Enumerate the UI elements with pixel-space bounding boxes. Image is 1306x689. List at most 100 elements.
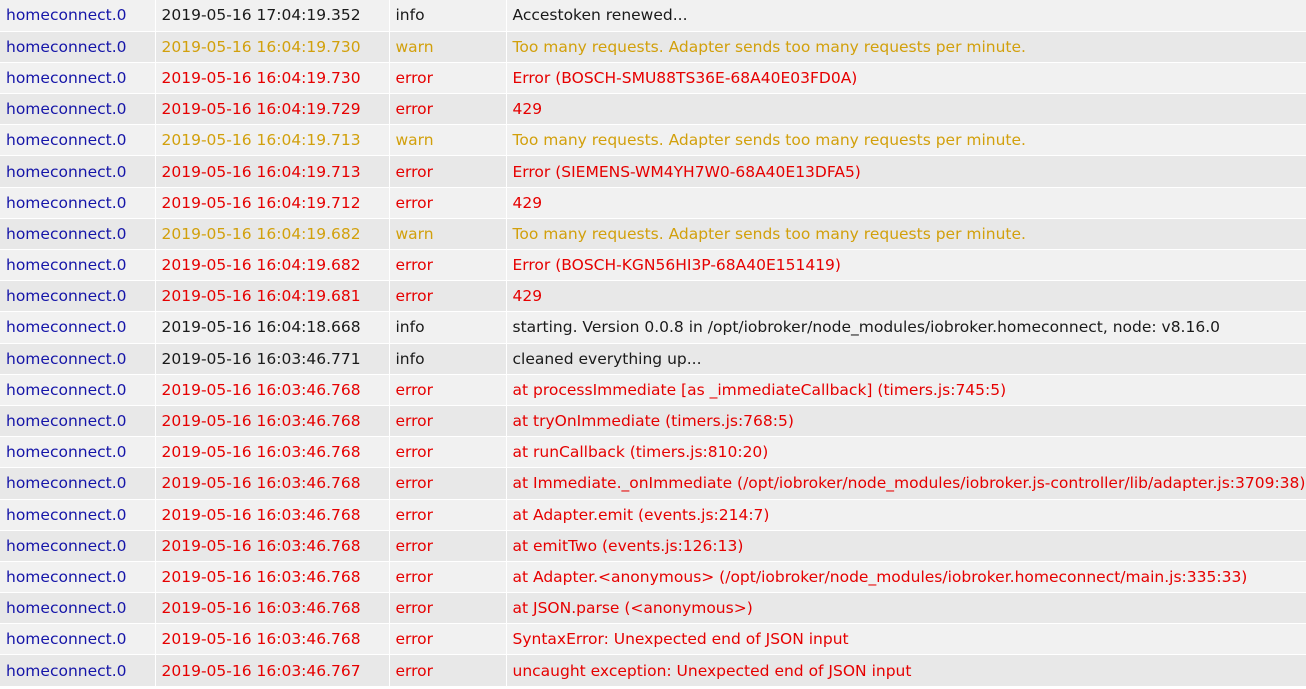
log-row[interactable]: homeconnect.0 2019-05-16 16:04:18.668 in… (0, 311, 1306, 344)
log-message: cleaned everything up... (506, 343, 1306, 375)
log-level: error (389, 592, 507, 625)
log-adapter: homeconnect.0 (0, 343, 156, 375)
log-message: 429 (506, 187, 1306, 219)
log-timestamp: 2019-05-16 16:03:46.768 (155, 374, 390, 406)
log-timestamp: 2019-05-16 16:04:19.713 (155, 155, 390, 188)
log-timestamp: 2019-05-16 16:03:46.768 (155, 499, 390, 531)
log-message: Error (BOSCH-KGN56HI3P-68A40E151419) (506, 249, 1306, 282)
log-row[interactable]: homeconnect.0 2019-05-16 16:04:19.682 er… (0, 249, 1306, 282)
log-message: at Immediate._onImmediate (/opt/iobroker… (506, 467, 1306, 500)
log-timestamp: 2019-05-16 16:03:46.771 (155, 343, 390, 375)
log-level: error (389, 467, 507, 500)
log-timestamp: 2019-05-16 16:03:46.768 (155, 592, 390, 625)
log-timestamp: 2019-05-16 16:04:19.682 (155, 249, 390, 282)
log-timestamp: 2019-05-16 16:03:46.768 (155, 561, 390, 594)
log-timestamp: 2019-05-16 16:04:18.668 (155, 311, 390, 344)
log-row[interactable]: homeconnect.0 2019-05-16 16:04:19.682 wa… (0, 218, 1306, 251)
log-message: at Adapter.<anonymous> (/opt/iobroker/no… (506, 561, 1306, 594)
log-row[interactable]: homeconnect.0 2019-05-16 16:04:19.729 er… (0, 93, 1306, 126)
log-message: Error (BOSCH-SMU88TS36E-68A40E03FD0A) (506, 62, 1306, 95)
log-level: error (389, 405, 507, 438)
log-row[interactable]: homeconnect.0 2019-05-16 16:04:19.730 wa… (0, 31, 1306, 63)
log-message: Too many requests. Adapter sends too man… (506, 218, 1306, 251)
log-row[interactable]: homeconnect.0 2019-05-16 16:04:19.730 er… (0, 62, 1306, 95)
log-level: error (389, 499, 507, 531)
log-row[interactable]: homeconnect.0 2019-05-16 16:04:19.712 er… (0, 187, 1306, 219)
log-timestamp: 2019-05-16 16:04:19.682 (155, 218, 390, 251)
log-level: error (389, 155, 507, 188)
log-message: starting. Version 0.0.8 in /opt/iobroker… (506, 311, 1306, 344)
log-message: at tryOnImmediate (timers.js:768:5) (506, 405, 1306, 438)
log-level: warn (389, 31, 507, 63)
log-level: error (389, 561, 507, 594)
log-row[interactable]: homeconnect.0 2019-05-16 16:03:46.768 er… (0, 374, 1306, 406)
log-adapter: homeconnect.0 (0, 592, 156, 625)
log-row[interactable]: homeconnect.0 2019-05-16 16:04:19.713 er… (0, 155, 1306, 188)
log-row[interactable]: homeconnect.0 2019-05-16 17:04:19.352 in… (0, 0, 1306, 32)
log-adapter: homeconnect.0 (0, 280, 156, 313)
log-message: Accestoken renewed... (506, 0, 1306, 32)
log-level: error (389, 623, 507, 656)
log-level: error (389, 530, 507, 562)
log-adapter: homeconnect.0 (0, 31, 156, 63)
log-adapter: homeconnect.0 (0, 249, 156, 282)
log-adapter: homeconnect.0 (0, 623, 156, 656)
log-row[interactable]: homeconnect.0 2019-05-16 16:04:19.681 er… (0, 280, 1306, 313)
log-row[interactable]: homeconnect.0 2019-05-16 16:03:46.771 in… (0, 343, 1306, 375)
log-message: 429 (506, 280, 1306, 313)
log-level: info (389, 311, 507, 344)
log-level: warn (389, 124, 507, 157)
log-level: error (389, 62, 507, 95)
log-message: SyntaxError: Unexpected end of JSON inpu… (506, 623, 1306, 656)
log-row[interactable]: homeconnect.0 2019-05-16 16:03:46.768 er… (0, 467, 1306, 500)
log-level: error (389, 654, 507, 687)
log-message: uncaught exception: Unexpected end of JS… (506, 654, 1306, 687)
log-level: warn (389, 218, 507, 251)
log-message: at emitTwo (events.js:126:13) (506, 530, 1306, 562)
log-adapter: homeconnect.0 (0, 467, 156, 500)
log-level: info (389, 0, 507, 32)
log-timestamp: 2019-05-16 16:04:19.730 (155, 31, 390, 63)
log-adapter: homeconnect.0 (0, 93, 156, 126)
log-row[interactable]: homeconnect.0 2019-05-16 16:03:46.768 er… (0, 405, 1306, 438)
log-timestamp: 2019-05-16 16:04:19.730 (155, 62, 390, 95)
log-row[interactable]: homeconnect.0 2019-05-16 16:03:46.768 er… (0, 436, 1306, 469)
log-table: homeconnect.0 2019-05-16 17:04:19.352 in… (0, 0, 1306, 687)
log-row[interactable]: homeconnect.0 2019-05-16 16:03:46.767 er… (0, 654, 1306, 687)
log-adapter: homeconnect.0 (0, 530, 156, 562)
log-timestamp: 2019-05-16 16:03:46.768 (155, 405, 390, 438)
log-adapter: homeconnect.0 (0, 124, 156, 157)
log-adapter: homeconnect.0 (0, 561, 156, 594)
log-adapter: homeconnect.0 (0, 218, 156, 251)
log-level: error (389, 280, 507, 313)
log-timestamp: 2019-05-16 16:04:19.681 (155, 280, 390, 313)
log-row[interactable]: homeconnect.0 2019-05-16 16:03:46.768 er… (0, 530, 1306, 562)
log-row[interactable]: homeconnect.0 2019-05-16 16:03:46.768 er… (0, 561, 1306, 594)
log-message: at JSON.parse (<anonymous>) (506, 592, 1306, 625)
log-row[interactable]: homeconnect.0 2019-05-16 16:03:46.768 er… (0, 592, 1306, 625)
log-timestamp: 2019-05-16 16:03:46.767 (155, 654, 390, 687)
log-row[interactable]: homeconnect.0 2019-05-16 16:04:19.713 wa… (0, 124, 1306, 157)
log-timestamp: 2019-05-16 16:03:46.768 (155, 623, 390, 656)
log-message: Too many requests. Adapter sends too man… (506, 31, 1306, 63)
log-timestamp: 2019-05-16 17:04:19.352 (155, 0, 390, 32)
log-adapter: homeconnect.0 (0, 405, 156, 438)
log-level: info (389, 343, 507, 375)
log-timestamp: 2019-05-16 16:03:46.768 (155, 530, 390, 562)
log-adapter: homeconnect.0 (0, 0, 156, 32)
log-timestamp: 2019-05-16 16:03:46.768 (155, 436, 390, 469)
log-timestamp: 2019-05-16 16:04:19.713 (155, 124, 390, 157)
log-adapter: homeconnect.0 (0, 155, 156, 188)
log-adapter: homeconnect.0 (0, 499, 156, 531)
log-level: error (389, 374, 507, 406)
log-row[interactable]: homeconnect.0 2019-05-16 16:03:46.768 er… (0, 499, 1306, 531)
log-timestamp: 2019-05-16 16:04:19.712 (155, 187, 390, 219)
log-timestamp: 2019-05-16 16:03:46.768 (155, 467, 390, 500)
log-adapter: homeconnect.0 (0, 311, 156, 344)
log-row[interactable]: homeconnect.0 2019-05-16 16:03:46.768 er… (0, 623, 1306, 656)
log-level: error (389, 187, 507, 219)
log-message: 429 (506, 93, 1306, 126)
log-message: at Adapter.emit (events.js:214:7) (506, 499, 1306, 531)
log-level: error (389, 93, 507, 126)
log-message: at runCallback (timers.js:810:20) (506, 436, 1306, 469)
